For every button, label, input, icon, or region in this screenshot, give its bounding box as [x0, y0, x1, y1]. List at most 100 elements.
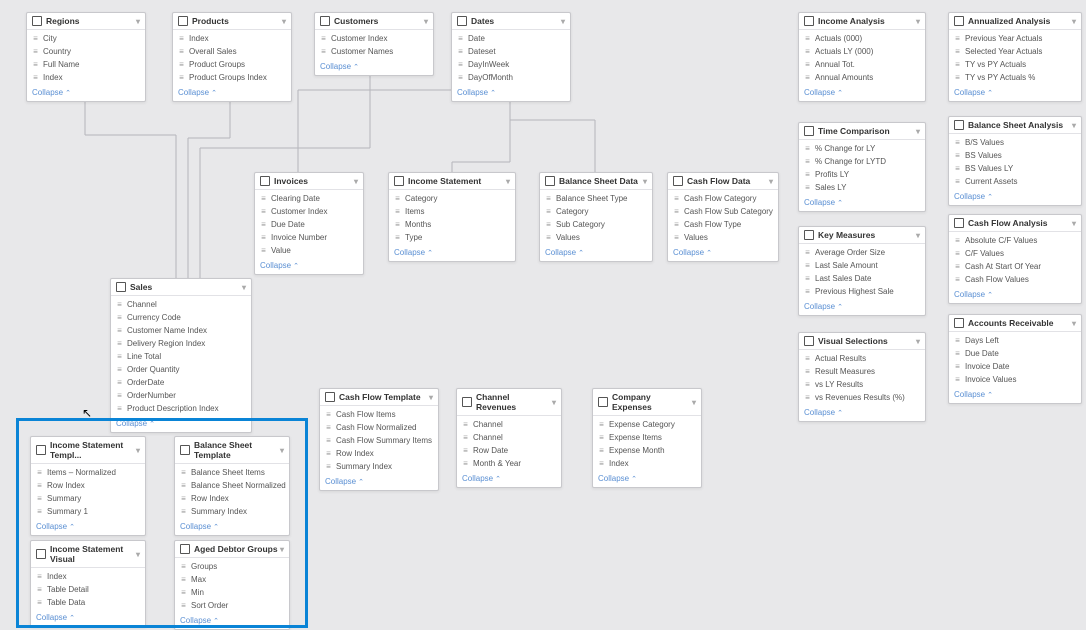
- table-header[interactable]: Income Analysis▾: [799, 13, 925, 30]
- collapse-link[interactable]: Collapse: [175, 520, 289, 535]
- field-item[interactable]: ≡Customer Name Index: [111, 324, 251, 337]
- table-visual_sel[interactable]: Visual Selections▾≡Actual Results≡Result…: [798, 332, 926, 422]
- field-item[interactable]: ≡Overall Sales: [173, 45, 291, 58]
- field-item[interactable]: ≡Expense Items: [593, 431, 701, 444]
- collapse-link[interactable]: Collapse: [949, 190, 1081, 205]
- field-item[interactable]: ≡Cash Flow Normalized: [320, 421, 438, 434]
- field-item[interactable]: ≡Country: [27, 45, 145, 58]
- field-item[interactable]: ≡Actual Results: [799, 352, 925, 365]
- table-income_stmt[interactable]: Income Statement▾≡Category≡Items≡Months≡…: [388, 172, 516, 262]
- field-item[interactable]: ≡Type: [389, 231, 515, 244]
- field-item[interactable]: ≡Product Groups Index: [173, 71, 291, 84]
- table-header[interactable]: Time Comparison▾: [799, 123, 925, 140]
- collapse-link[interactable]: Collapse: [799, 86, 925, 101]
- chevron-down-icon[interactable]: ▾: [354, 177, 358, 186]
- field-item[interactable]: ≡DayOfMonth: [452, 71, 570, 84]
- field-item[interactable]: ≡Balance Sheet Normalized: [175, 479, 289, 492]
- table-header[interactable]: Visual Selections▾: [799, 333, 925, 350]
- table-comp_exp[interactable]: Company Expenses▾≡Expense Category≡Expen…: [592, 388, 702, 488]
- chevron-down-icon[interactable]: ▾: [136, 550, 140, 559]
- field-item[interactable]: ≡Index: [31, 570, 145, 583]
- field-item[interactable]: ≡Clearing Date: [255, 192, 363, 205]
- field-item[interactable]: ≡Channel: [111, 298, 251, 311]
- field-item[interactable]: ≡Cash Flow Type: [668, 218, 778, 231]
- table-key_measures[interactable]: Key Measures▾≡Average Order Size≡Last Sa…: [798, 226, 926, 316]
- field-item[interactable]: ≡OrderDate: [111, 376, 251, 389]
- collapse-link[interactable]: Collapse: [457, 472, 561, 487]
- collapse-link[interactable]: Collapse: [173, 86, 291, 101]
- chevron-down-icon[interactable]: ▾: [916, 127, 920, 136]
- table-header[interactable]: Balance Sheet Template▾: [175, 437, 289, 464]
- field-item[interactable]: ≡Sort Order: [175, 599, 289, 612]
- table-header[interactable]: Balance Sheet Data▾: [540, 173, 652, 190]
- table-header[interactable]: Customers▾: [315, 13, 433, 30]
- field-item[interactable]: ≡Index: [593, 457, 701, 470]
- field-item[interactable]: ≡Absolute C/F Values: [949, 234, 1081, 247]
- table-header[interactable]: Products▾: [173, 13, 291, 30]
- field-item[interactable]: ≡% Change for LY: [799, 142, 925, 155]
- field-item[interactable]: ≡Customer Names: [315, 45, 433, 58]
- field-item[interactable]: ≡Days Left: [949, 334, 1081, 347]
- field-item[interactable]: ≡Cash Flow Summary Items: [320, 434, 438, 447]
- field-item[interactable]: ≡Channel: [457, 431, 561, 444]
- field-item[interactable]: ≡B/S Values: [949, 136, 1081, 149]
- table-header[interactable]: Sales▾: [111, 279, 251, 296]
- collapse-link[interactable]: Collapse: [255, 259, 363, 274]
- field-item[interactable]: ≡Invoice Values: [949, 373, 1081, 386]
- collapse-link[interactable]: Collapse: [799, 196, 925, 211]
- field-item[interactable]: ≡Date: [452, 32, 570, 45]
- field-item[interactable]: ≡DayInWeek: [452, 58, 570, 71]
- field-item[interactable]: ≡Max: [175, 573, 289, 586]
- table-cf_data[interactable]: Cash Flow Data▾≡Cash Flow Category≡Cash …: [667, 172, 779, 262]
- field-item[interactable]: ≡Due Date: [949, 347, 1081, 360]
- field-item[interactable]: ≡Product Description Index: [111, 402, 251, 415]
- table-header[interactable]: Dates▾: [452, 13, 570, 30]
- table-customers[interactable]: Customers▾≡Customer Index≡Customer Names…: [314, 12, 434, 76]
- chevron-down-icon[interactable]: ▾: [136, 17, 140, 26]
- field-item[interactable]: ≡BS Values LY: [949, 162, 1081, 175]
- field-item[interactable]: ≡Month & Year: [457, 457, 561, 470]
- field-item[interactable]: ≡Full Name: [27, 58, 145, 71]
- field-item[interactable]: ≡Delivery Region Index: [111, 337, 251, 350]
- table-invoices[interactable]: Invoices▾≡Clearing Date≡Customer Index≡D…: [254, 172, 364, 275]
- field-item[interactable]: ≡Index: [27, 71, 145, 84]
- field-item[interactable]: ≡BS Values: [949, 149, 1081, 162]
- table-header[interactable]: Income Statement Templ...▾: [31, 437, 145, 464]
- field-item[interactable]: ≡City: [27, 32, 145, 45]
- table-cf_template[interactable]: Cash Flow Template▾≡Cash Flow Items≡Cash…: [319, 388, 439, 491]
- collapse-link[interactable]: Collapse: [799, 300, 925, 315]
- table-channel_rev[interactable]: Channel Revenues▾≡Channel≡Channel≡Row Da…: [456, 388, 562, 488]
- table-header[interactable]: Invoices▾: [255, 173, 363, 190]
- field-item[interactable]: ≡Groups: [175, 560, 289, 573]
- field-item[interactable]: ≡Actuals LY (000): [799, 45, 925, 58]
- chevron-down-icon[interactable]: ▾: [643, 177, 647, 186]
- collapse-link[interactable]: Collapse: [389, 246, 515, 261]
- field-item[interactable]: ≡Order Quantity: [111, 363, 251, 376]
- chevron-down-icon[interactable]: ▾: [136, 446, 140, 455]
- field-item[interactable]: ≡Selected Year Actuals: [949, 45, 1081, 58]
- field-item[interactable]: ≡Cash At Start Of Year: [949, 260, 1081, 273]
- table-header[interactable]: Key Measures▾: [799, 227, 925, 244]
- collapse-link[interactable]: Collapse: [111, 417, 251, 432]
- field-item[interactable]: ≡Currency Code: [111, 311, 251, 324]
- table-bs_an[interactable]: Balance Sheet Analysis▾≡B/S Values≡BS Va…: [948, 116, 1082, 206]
- collapse-link[interactable]: Collapse: [799, 406, 925, 421]
- field-item[interactable]: ≡Actuals (000): [799, 32, 925, 45]
- field-item[interactable]: ≡TY vs PY Actuals: [949, 58, 1081, 71]
- collapse-link[interactable]: Collapse: [949, 86, 1081, 101]
- field-item[interactable]: ≡Value: [255, 244, 363, 257]
- field-item[interactable]: ≡Summary Index: [175, 505, 289, 518]
- table-header[interactable]: Channel Revenues▾: [457, 389, 561, 416]
- field-item[interactable]: ≡Items – Normalized: [31, 466, 145, 479]
- chevron-down-icon[interactable]: ▾: [916, 17, 920, 26]
- collapse-link[interactable]: Collapse: [949, 388, 1081, 403]
- field-item[interactable]: ≡Dateset: [452, 45, 570, 58]
- field-item[interactable]: ≡Annual Amounts: [799, 71, 925, 84]
- table-header[interactable]: Annualized Analysis▾: [949, 13, 1081, 30]
- table-is_visual[interactable]: Income Statement Visual▾≡Index≡Table Det…: [30, 540, 146, 627]
- field-item[interactable]: ≡Values: [668, 231, 778, 244]
- table-header[interactable]: Cash Flow Template▾: [320, 389, 438, 406]
- table-products[interactable]: Products▾≡Index≡Overall Sales≡Product Gr…: [172, 12, 292, 102]
- collapse-link[interactable]: Collapse: [452, 86, 570, 101]
- field-item[interactable]: ≡Summary Index: [320, 460, 438, 473]
